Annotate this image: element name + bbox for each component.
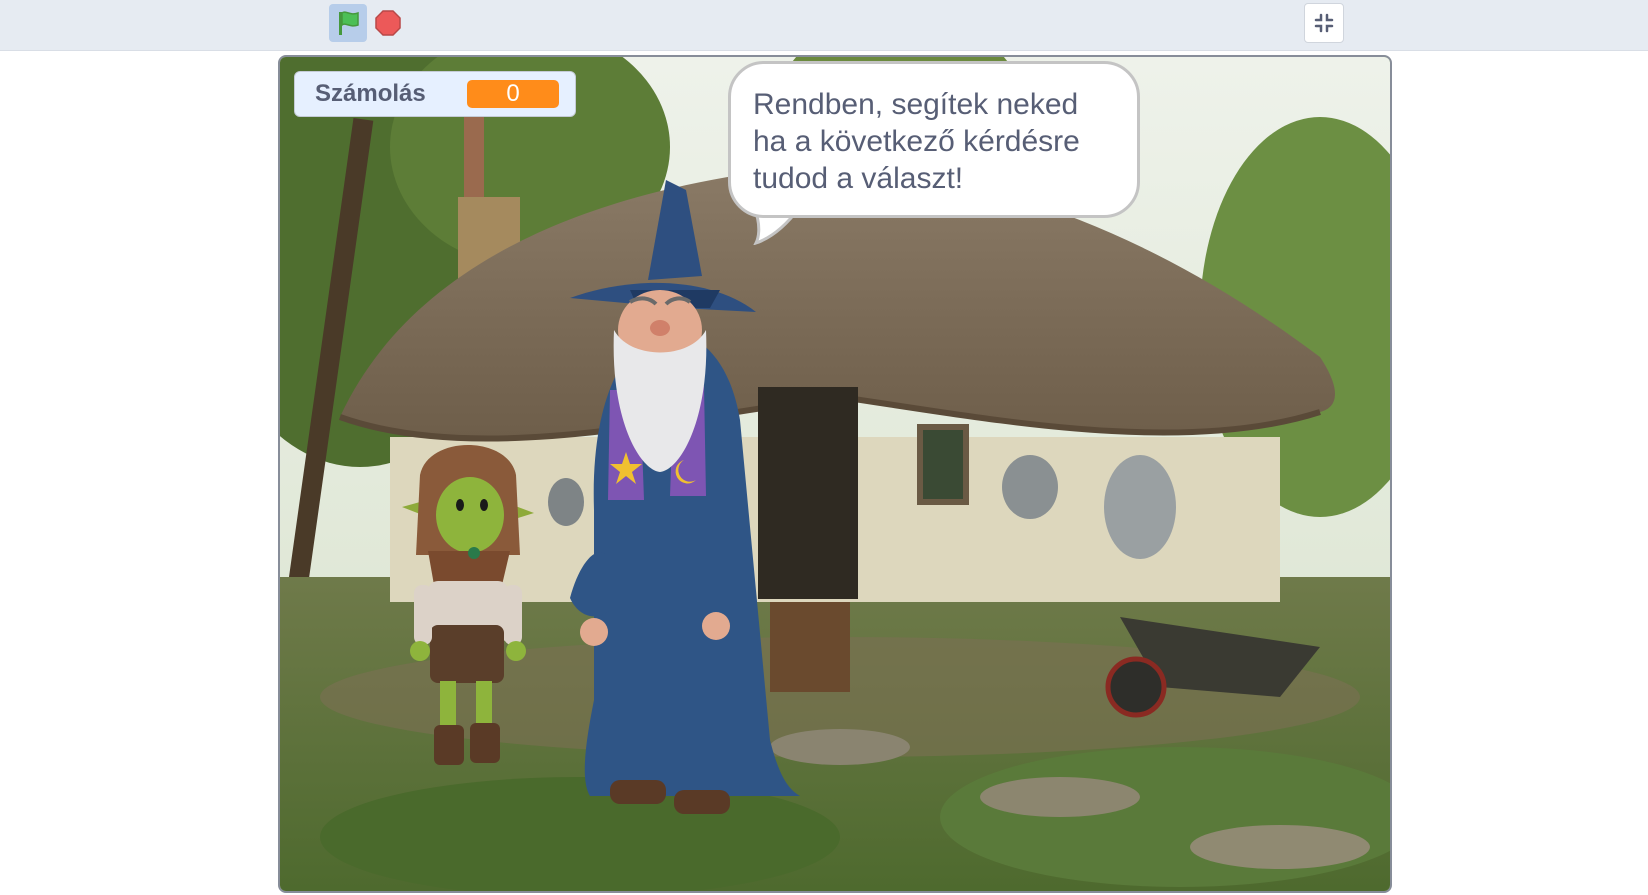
wizard-sprite[interactable]: [570, 180, 830, 820]
goblin-sprite[interactable]: [398, 435, 538, 770]
stop-sign-icon: [375, 10, 401, 36]
green-flag-button[interactable]: [329, 4, 367, 42]
stop-button[interactable]: [373, 8, 403, 38]
speech-bubble: Rendben, segítek neked ha a következő ké…: [728, 61, 1140, 218]
variable-monitor-label: Számolás: [315, 80, 426, 107]
exit-fullscreen-button[interactable]: [1304, 3, 1344, 43]
stage-toolbar: [0, 0, 1648, 51]
stage[interactable]: Számolás 0 Rendben, segítek neked ha a k…: [278, 55, 1392, 893]
exit-fullscreen-icon: [1314, 13, 1334, 33]
green-flag-icon: [339, 11, 359, 35]
variable-monitor-value: 0: [467, 80, 559, 108]
speech-bubble-text: Rendben, segítek neked ha a következő ké…: [753, 88, 1080, 195]
variable-monitor[interactable]: Számolás 0: [294, 71, 576, 117]
